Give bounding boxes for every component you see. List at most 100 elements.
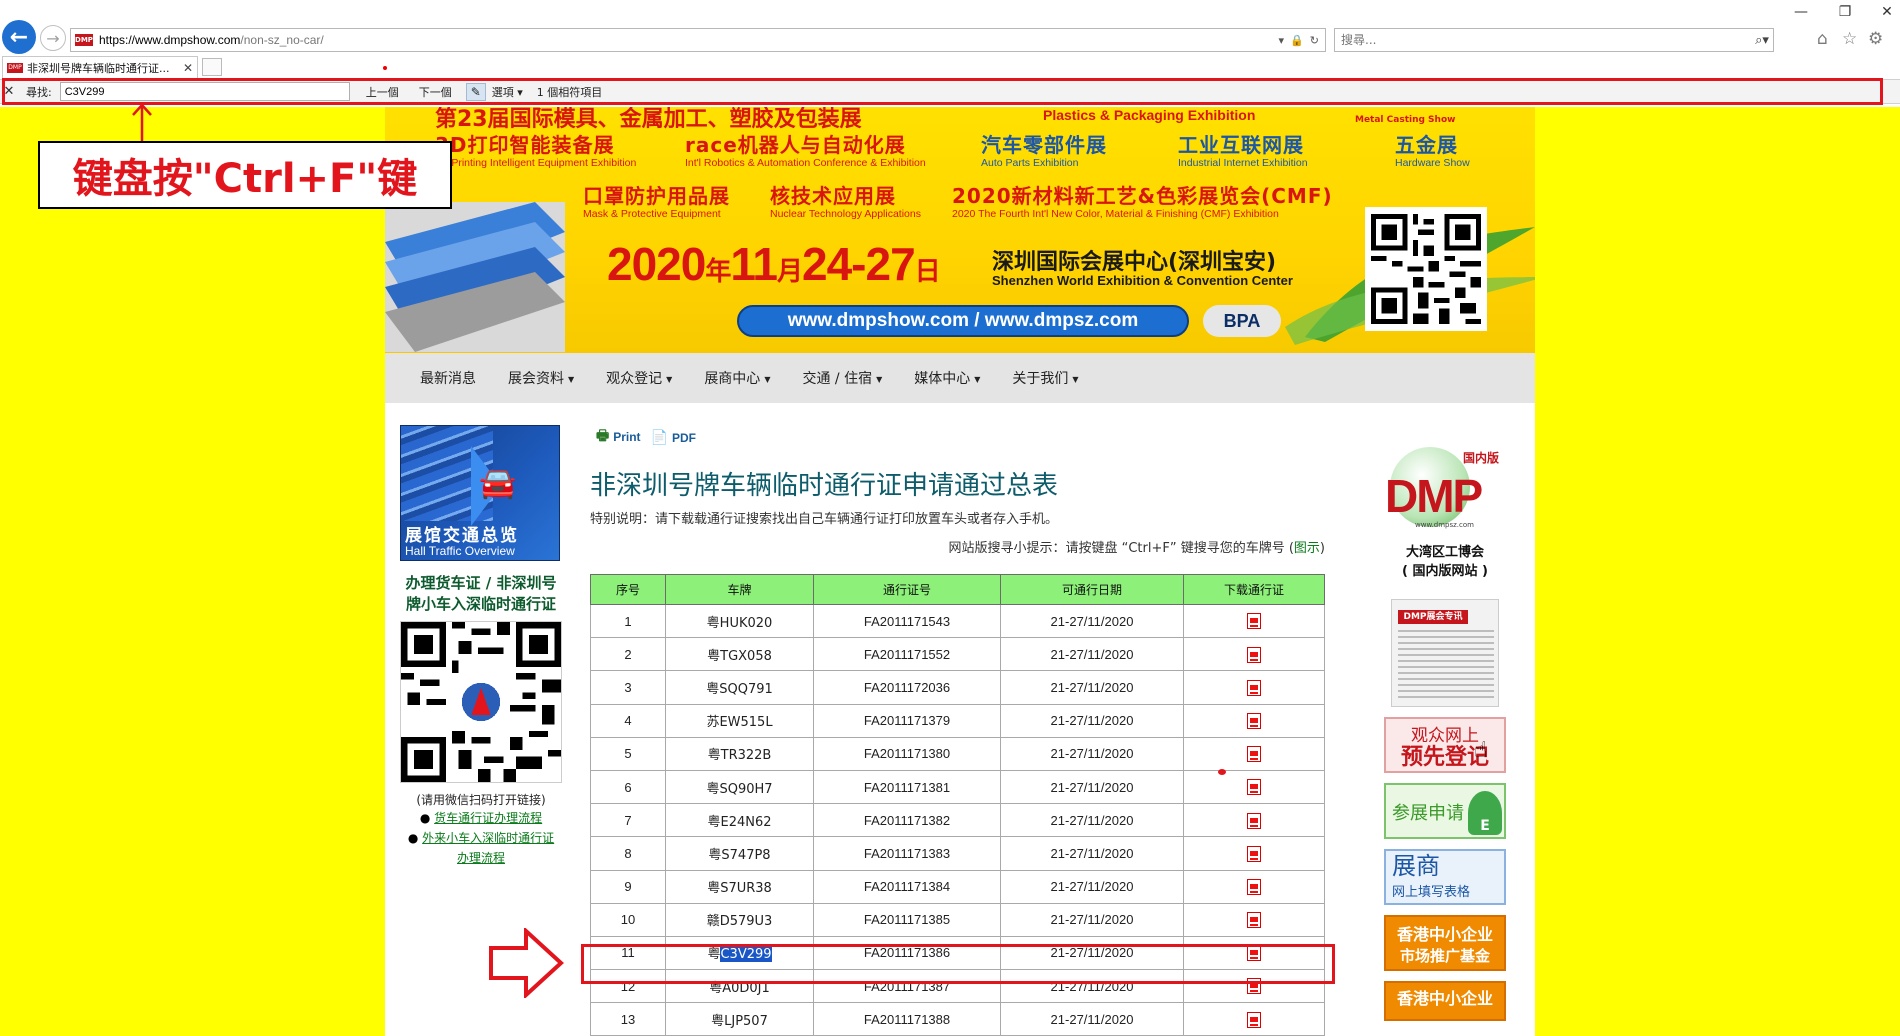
pdf-download-icon[interactable] <box>1247 1011 1261 1028</box>
gba-label: 大湾区工博会 ( 国内版网站 ) <box>1370 543 1520 581</box>
tab-active[interactable]: DMP 非深圳号牌车辆临时通行证... ✕ <box>2 56 198 78</box>
cell-dates: 21-27/11/2020 <box>1000 836 1184 871</box>
cell-download <box>1183 902 1325 937</box>
exhibitor-forms-button[interactable]: 展商 网上填写表格 <box>1384 849 1506 905</box>
exhibition-name: race机器人与自动化展 <box>685 133 906 157</box>
hall-title: 展馆交通总览 <box>405 526 519 546</box>
cell-download <box>1183 769 1325 805</box>
cell-download <box>1183 736 1325 771</box>
visitor-preregistration-button[interactable]: 观众网上 预先登记 <box>1384 717 1506 773</box>
table-row: 1 粤HUK020 FA2011171543 21-27/11/2020 <box>590 603 1325 639</box>
page-title: 非深圳号牌车辆临时通行证申请通过总表 <box>590 471 1059 501</box>
cell-plate: 粤HUK020 <box>665 603 814 639</box>
new-tab-button[interactable] <box>202 58 222 76</box>
exhibition-mask: 口罩防护用品展 Mask & Protective Equipment <box>583 180 730 220</box>
favorites-star-icon[interactable]: ☆ <box>1842 29 1857 49</box>
nav-item-label: 最新消息 <box>420 371 476 387</box>
cars-icon: 🚘 <box>479 466 517 501</box>
cell-download <box>1183 603 1325 639</box>
nav-item-5[interactable]: 媒体中心 ▼ <box>914 368 980 388</box>
cell-plate: 赣D579U3 <box>665 902 814 937</box>
lock-icon[interactable]: 🔒 <box>1290 34 1304 47</box>
car-permit-link[interactable]: 外来小车入深临时通行证办理流程 <box>422 831 554 865</box>
date-month: 11 <box>730 238 778 290</box>
exhibition-name-en: Nuclear Technology Applications <box>770 208 921 220</box>
exhibition-name: 口罩防护用品展 <box>583 184 730 208</box>
exhibition-date: 2020年11月24-27日 <box>607 237 941 291</box>
cell-download <box>1183 803 1325 838</box>
cell-no: 7 <box>590 803 666 838</box>
nav-item-3[interactable]: 展商中心 ▼ <box>704 368 770 388</box>
gear-icon[interactable]: ⚙ <box>1868 29 1883 49</box>
dropdown-icon[interactable]: ▾ <box>1279 34 1285 47</box>
gba-label-line-2: ( 国内版网站 ) <box>1402 564 1488 579</box>
exhibition-name: 核技术应用展 <box>770 184 896 208</box>
close-window-button[interactable]: ✕ <box>1872 4 1900 20</box>
exhibit-application-button[interactable]: 参展申请 E <box>1384 783 1506 839</box>
refresh-icon[interactable]: ↻ <box>1310 34 1319 47</box>
url-text[interactable]: https://www.dmpshow.com/non-sz_no-car/ <box>99 33 1279 47</box>
wechat-qr-code <box>400 621 562 783</box>
cell-no: 2 <box>590 637 666 672</box>
pdf-download-icon[interactable] <box>1247 613 1261 630</box>
pdf-download-icon[interactable] <box>1247 779 1261 796</box>
truck-permit-link[interactable]: 货车通行证办理流程 <box>434 811 542 825</box>
exhibit-label: 参展申请 <box>1392 803 1464 824</box>
tip-illustration-link[interactable]: 图示 <box>1294 541 1320 556</box>
exhibition-name-en: Hardware Show <box>1395 157 1470 169</box>
address-bar[interactable]: DMP https://www.dmpshow.com/non-sz_no-ca… <box>70 28 1326 52</box>
nav-item-6[interactable]: 关于我们 ▼ <box>1012 368 1078 388</box>
browser-search-input[interactable] <box>1335 33 1751 47</box>
pdf-download-icon[interactable] <box>1247 646 1261 663</box>
tab-row: DMP 非深圳号牌车辆临时通行证... ✕ <box>0 56 1900 78</box>
restore-button[interactable]: ❐ <box>1830 4 1860 20</box>
pdf-download-icon[interactable] <box>1247 746 1261 763</box>
pdf-download-icon[interactable] <box>1247 812 1261 829</box>
cell-dates: 21-27/11/2020 <box>1000 869 1184 904</box>
table-row: 6 粤SQ90H7 FA2011171381 21-27/11/2020 <box>590 769 1325 805</box>
date-month-char: 月 <box>777 256 803 286</box>
exhibition-name-en: Int'l Robotics & Automation Conference &… <box>685 157 926 169</box>
minimize-button[interactable]: — <box>1786 4 1816 20</box>
plate-text: 粤SQQ791 <box>706 681 773 697</box>
dmp-newsletter-thumbnail[interactable]: DMP展会专讯 <box>1391 599 1499 707</box>
nav-item-2[interactable]: 观众登记 ▼ <box>606 368 672 388</box>
sme-fund-button[interactable]: 香港中小企业 市场推广基金 <box>1384 915 1506 971</box>
pdf-download-icon[interactable] <box>1247 878 1261 895</box>
pdf-download-icon[interactable] <box>1247 679 1261 696</box>
sme-fund-button-2[interactable]: 香港中小企业 <box>1384 981 1506 1021</box>
cell-download <box>1183 703 1325 738</box>
exhibition-banner[interactable]: 第23届国际模具、金属加工、塑胶及包装展 Plastics & Packagin… <box>385 107 1535 353</box>
annotation-up-arrow <box>132 103 152 141</box>
search-icon[interactable]: ⌕▾ <box>1751 33 1773 48</box>
back-button[interactable]: ← <box>2 20 36 54</box>
nav-item-label: 展商中心 <box>704 371 761 387</box>
pdf-download-icon[interactable] <box>1247 845 1261 862</box>
browser-search-box[interactable]: ⌕▾ <box>1334 28 1774 52</box>
wechat-caption: (请用微信扫码打开链接) <box>416 793 546 807</box>
print-link[interactable]: Print <box>613 430 640 444</box>
cell-no: 8 <box>590 836 666 871</box>
pdf-download-icon[interactable] <box>1247 712 1261 729</box>
pdf-link[interactable]: 📄 PDF <box>651 429 696 446</box>
cell-permit: FA2011172036 <box>813 670 1001 705</box>
home-icon[interactable]: ⌂ <box>1817 29 1828 49</box>
hall-traffic-overview-banner[interactable]: 🚘 展馆交通总览 Hall Traffic Overview <box>400 425 560 561</box>
person-e-icon: E <box>1468 791 1502 835</box>
dmp-domestic-logo[interactable]: DMP 国内版 www.dmpsz.com <box>1385 447 1505 537</box>
exhibition-name: 五金展 <box>1395 133 1458 157</box>
nav-item-4[interactable]: 交通 / 住宿 ▼ <box>802 368 882 388</box>
exhibitor-label-2: 网上填写表格 <box>1392 885 1471 900</box>
table-row: 4 苏EW515L FA2011171379 21-27/11/2020 <box>590 703 1325 738</box>
nav-item-1[interactable]: 展会资料 ▼ <box>508 368 574 388</box>
exhibition-name: 3D打印智能装备展 <box>435 133 615 157</box>
pdf-download-icon[interactable] <box>1247 912 1261 929</box>
plate-text: 粤E24N62 <box>707 814 772 830</box>
forward-button[interactable]: → <box>40 25 66 51</box>
cell-permit: FA2011171543 <box>813 603 1001 639</box>
table-header-row: 序号 车牌 通行证号 可通行日期 下载通行证 <box>590 574 1325 605</box>
close-tab-icon[interactable]: ✕ <box>183 61 193 75</box>
nav-item-0[interactable]: 最新消息 <box>420 368 476 388</box>
cell-no: 1 <box>590 603 666 639</box>
table-row: 13 粤LJP507 FA2011171388 21-27/11/2020 <box>590 1002 1325 1036</box>
